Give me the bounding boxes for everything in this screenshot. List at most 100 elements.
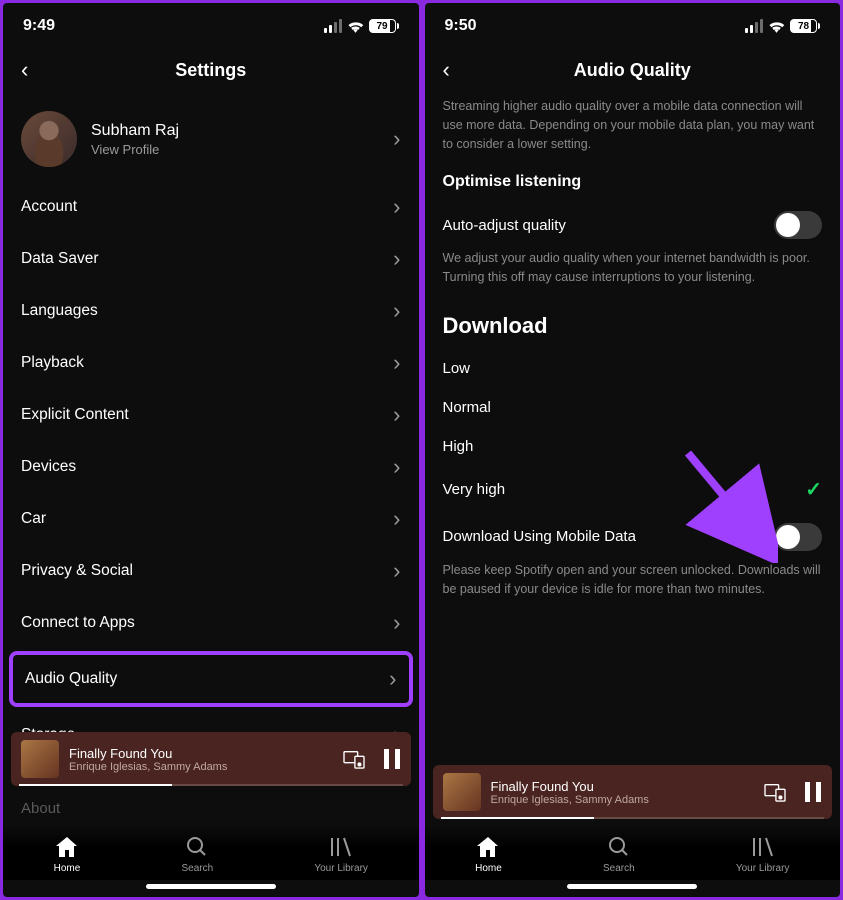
- list-item-label: Playback: [21, 354, 84, 372]
- devices-icon[interactable]: [764, 782, 786, 802]
- auto-adjust-label: Auto-adjust quality: [443, 217, 566, 234]
- settings-item-privacy-social[interactable]: Privacy & Social ›: [3, 545, 419, 597]
- settings-item-account[interactable]: Account ›: [3, 181, 419, 233]
- status-indicators: 78: [745, 19, 820, 33]
- chevron-right-icon: ›: [393, 126, 400, 152]
- home-icon: [55, 835, 79, 859]
- list-item-label: Languages: [21, 302, 98, 320]
- settings-item-playback[interactable]: Playback ›: [3, 337, 419, 389]
- battery-icon: 79: [369, 19, 399, 33]
- status-bar: 9:50 78: [425, 3, 841, 43]
- nav-library[interactable]: Your Library: [314, 835, 368, 874]
- download-option-normal[interactable]: Normal: [425, 388, 841, 427]
- settings-item-languages[interactable]: Languages ›: [3, 285, 419, 337]
- chevron-right-icon: ›: [393, 350, 400, 376]
- signal-icon: [745, 19, 763, 33]
- track-artist: Enrique Iglesias, Sammy Adams: [69, 761, 333, 773]
- nav-home[interactable]: Home: [475, 835, 502, 874]
- home-icon: [476, 835, 500, 859]
- auto-adjust-description: We adjust your audio quality when your i…: [425, 249, 841, 301]
- nav-header: ‹ Settings: [3, 43, 419, 97]
- settings-item-data-saver[interactable]: Data Saver ›: [3, 233, 419, 285]
- download-option-very-high[interactable]: Very high ✓: [425, 466, 841, 513]
- album-art: [443, 773, 481, 811]
- mobile-data-row: Download Using Mobile Data: [425, 513, 841, 561]
- track-title: Finally Found You: [69, 746, 333, 761]
- option-label: Low: [443, 360, 471, 377]
- pause-icon[interactable]: [804, 781, 822, 803]
- settings-item-audio-quality[interactable]: Audio Quality ›: [9, 651, 413, 707]
- list-item-label: Explicit Content: [21, 406, 129, 424]
- list-item-label: Privacy & Social: [21, 562, 133, 580]
- chevron-right-icon: ›: [389, 666, 396, 692]
- status-bar: 9:49 79: [3, 3, 419, 43]
- list-item-label: Devices: [21, 458, 76, 476]
- chevron-right-icon: ›: [393, 454, 400, 480]
- album-art: [21, 740, 59, 778]
- list-item-label: Data Saver: [21, 250, 99, 268]
- check-icon: ✓: [805, 477, 822, 502]
- option-label: Very high: [443, 481, 506, 498]
- chevron-right-icon: ›: [393, 558, 400, 584]
- phone-left-settings: 9:49 79 ‹ Settings Subham Raj View Profi…: [3, 3, 419, 897]
- profile-row[interactable]: Subham Raj View Profile ›: [3, 97, 419, 181]
- nav-home[interactable]: Home: [54, 835, 81, 874]
- list-item-label: Account: [21, 198, 77, 216]
- nav-header: ‹ Audio Quality: [425, 43, 841, 97]
- search-icon: [607, 835, 631, 859]
- mobile-data-toggle[interactable]: [774, 523, 822, 551]
- settings-item-connect-to-apps[interactable]: Connect to Apps ›: [3, 597, 419, 649]
- settings-list: Account›Data Saver›Languages›Playback›Ex…: [3, 181, 419, 732]
- mobile-data-label: Download Using Mobile Data: [443, 528, 636, 545]
- chevron-right-icon: ›: [393, 194, 400, 220]
- nav-search[interactable]: Search: [603, 835, 635, 874]
- settings-item-devices[interactable]: Devices ›: [3, 441, 419, 493]
- nav-search[interactable]: Search: [181, 835, 213, 874]
- list-item-label: Connect to Apps: [21, 614, 135, 632]
- page-title: Settings: [21, 60, 401, 81]
- list-item-label: Audio Quality: [25, 670, 117, 688]
- status-time: 9:49: [23, 17, 55, 35]
- bottom-nav: Home Search Your Library: [3, 825, 419, 880]
- download-option-high[interactable]: High: [425, 427, 841, 466]
- devices-icon[interactable]: [343, 749, 365, 769]
- phone-right-audio-quality: 9:50 78 ‹ Audio Quality Streaming higher…: [425, 3, 841, 897]
- chevron-right-icon: ›: [393, 402, 400, 428]
- pause-icon[interactable]: [383, 748, 401, 770]
- battery-icon: 78: [790, 19, 820, 33]
- chevron-right-icon: ›: [393, 246, 400, 272]
- chevron-right-icon: ›: [393, 298, 400, 324]
- chevron-right-icon: ›: [393, 506, 400, 532]
- wifi-icon: [347, 20, 364, 33]
- intro-description: Streaming higher audio quality over a mo…: [425, 97, 841, 167]
- chevron-right-icon: ›: [393, 610, 400, 636]
- optimise-section-title: Optimise listening: [425, 167, 841, 201]
- library-icon: [751, 835, 775, 859]
- track-title: Finally Found You: [491, 779, 755, 794]
- download-option-low[interactable]: Low: [425, 349, 841, 388]
- home-indicator[interactable]: [567, 884, 697, 889]
- faded-row: About: [3, 792, 419, 825]
- list-item-label: Car: [21, 510, 46, 528]
- home-indicator[interactable]: [146, 884, 276, 889]
- wifi-icon: [768, 20, 785, 33]
- bottom-nav: Home Search Your Library: [425, 825, 841, 880]
- settings-item-storage[interactable]: Storage›: [3, 709, 419, 732]
- track-artist: Enrique Iglesias, Sammy Adams: [491, 794, 755, 806]
- settings-item-explicit-content[interactable]: Explicit Content ›: [3, 389, 419, 441]
- profile-name: Subham Raj: [91, 122, 379, 140]
- search-icon: [185, 835, 209, 859]
- option-label: High: [443, 438, 474, 455]
- download-description: Please keep Spotify open and your screen…: [425, 561, 841, 613]
- auto-adjust-row: Auto-adjust quality: [425, 201, 841, 249]
- chevron-right-icon: ›: [393, 722, 400, 732]
- status-time: 9:50: [445, 17, 477, 35]
- nav-library[interactable]: Your Library: [736, 835, 790, 874]
- auto-adjust-toggle[interactable]: [774, 211, 822, 239]
- download-section-title: Download: [425, 301, 841, 349]
- avatar: [21, 111, 77, 167]
- page-title: Audio Quality: [443, 60, 823, 81]
- settings-item-car[interactable]: Car ›: [3, 493, 419, 545]
- now-playing-bar[interactable]: Finally Found You Enrique Iglesias, Samm…: [433, 765, 833, 819]
- now-playing-bar[interactable]: Finally Found You Enrique Iglesias, Samm…: [11, 732, 411, 786]
